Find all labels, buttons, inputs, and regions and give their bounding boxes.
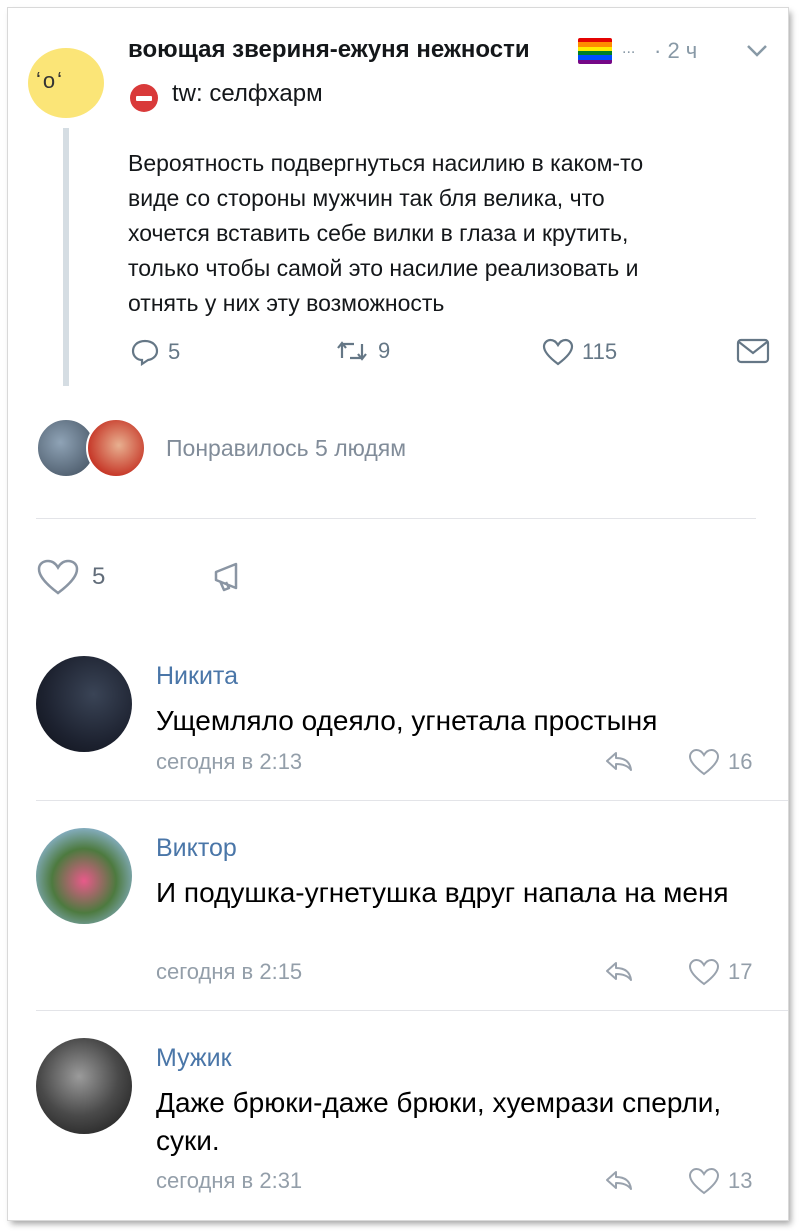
heart-icon [688,748,720,776]
comment-like-count: 16 [728,749,753,774]
comment-text: И подушка-угнетушка вдруг напала на меня [156,877,729,908]
comment-time[interactable]: сегодня в 2:31 [156,1168,302,1194]
post-like-count: 5 [92,563,106,590]
heart-icon [542,338,574,366]
reply-button[interactable] [604,1169,634,1196]
comment-like-count: 17 [728,959,753,984]
post-share-button[interactable] [210,560,250,599]
heart-icon [37,559,79,595]
comment-like-count: 13 [728,1168,753,1193]
tweet-text: Вероятность подвергнуться насилию в како… [128,150,644,316]
chevron-down-icon[interactable] [746,44,768,63]
tweet-time: · 2 ч [654,38,698,63]
like-count: 115 [582,339,618,364]
liker-avatar[interactable] [86,418,146,478]
divider [36,800,788,801]
reply-arrow-icon [606,962,632,981]
reply-count: 5 [168,339,181,364]
reply-button[interactable] [604,960,634,987]
commenter-name[interactable]: Виктор [156,834,237,863]
heart-icon [688,1167,720,1195]
post-like-button[interactable]: 5 [36,558,105,596]
divider [36,1010,788,1011]
commenter-name[interactable]: Мужик [156,1044,232,1073]
comment-time[interactable]: сегодня в 2:13 [156,749,302,775]
reply-arrow-icon [606,752,632,771]
rainbow-flag-icon [578,38,612,64]
retweet-count: 9 [378,338,391,363]
screenshot-frame: ʻoʻ воющая звериня-ежуня нежности ... · … [8,8,788,1220]
megaphone-icon [214,562,238,592]
comment-text: Даже брюки-даже брюки, хуемрази сперли, … [156,1087,722,1156]
envelope-icon [736,338,770,364]
no-entry-icon [130,84,158,112]
comment-time[interactable]: сегодня в 2:15 [156,959,302,985]
comment-like-button[interactable]: 16 [688,748,752,776]
reply-button[interactable] [604,750,634,777]
commenter-avatar[interactable] [36,828,132,924]
reply-arrow-icon [606,1171,632,1190]
liked-by-text[interactable]: Понравилось 5 людям [166,435,406,462]
comment-text: Ущемляло одеяло, угнетала простыня [156,705,658,736]
retweet-icon [337,341,367,361]
commenter-avatar[interactable] [36,1038,132,1134]
reply-action[interactable]: 5 [130,338,180,366]
liked-by-row[interactable]: Понравилось 5 людям [36,418,406,478]
trigger-warning-tag: tw: селфхарм [172,80,323,107]
comment-like-button[interactable]: 17 [688,958,752,986]
cartoon-face-icon: ʻoʻ [36,68,65,93]
thread-line [63,128,69,386]
name-ellipsis: ... [622,40,636,57]
heart-icon [688,958,720,986]
divider [36,518,756,519]
comment-icon [131,339,159,366]
commenter-avatar[interactable] [36,656,132,752]
tweet-author-name[interactable]: воющая звериня-ежуня нежности [128,36,530,64]
share-dm-action[interactable] [736,338,770,364]
like-action[interactable]: 115 [542,338,617,366]
comment-like-button[interactable]: 13 [688,1167,752,1195]
commenter-name[interactable]: Никита [156,662,238,691]
retweet-action[interactable]: 9 [334,338,390,364]
